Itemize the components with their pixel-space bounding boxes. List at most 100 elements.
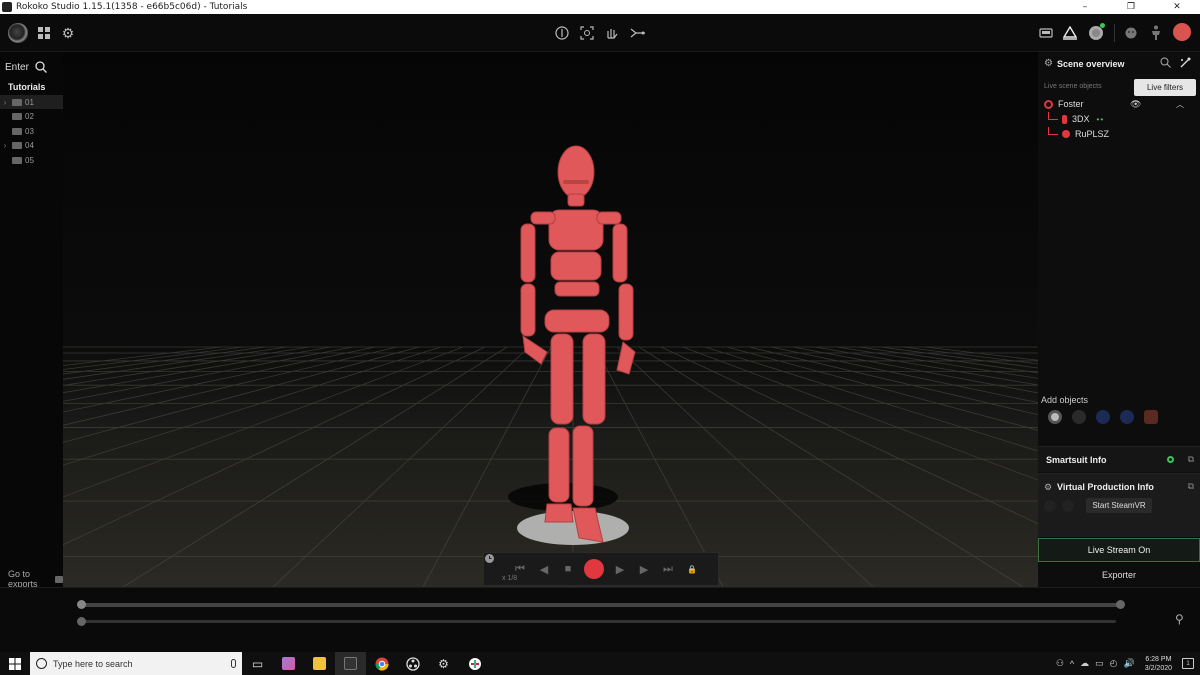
project-tree-panel: Enter Tutorials › 01 02 03 › 04 05 Go to expor…	[0, 52, 63, 589]
task-view-icon[interactable]: ▭	[242, 652, 273, 675]
window-title: Rokoko Studio 1.15.1(1358 - e66b5c06d) -…	[16, 2, 248, 12]
add-character-icon[interactable]	[1096, 410, 1110, 424]
go-to-exports-link[interactable]: Go to exports	[8, 569, 63, 589]
zoom-icon[interactable]	[1160, 57, 1171, 71]
obs-icon[interactable]	[397, 652, 428, 675]
search-icon[interactable]	[35, 61, 47, 73]
stop-icon[interactable]: ■	[556, 557, 580, 581]
clock[interactable]: 6:28 PM 3/2/2020	[1145, 655, 1172, 673]
timeline-track[interactable]	[80, 603, 1120, 607]
volume-icon[interactable]: 🔊	[1124, 658, 1135, 669]
scene-overview-title: Scene overview	[1057, 59, 1125, 69]
skip-end-icon[interactable]: ⏭	[656, 557, 680, 581]
tree-item-03[interactable]: 03	[0, 124, 63, 138]
hand-icon[interactable]	[602, 23, 622, 43]
character-icon[interactable]	[1146, 23, 1166, 43]
chevron-right-icon[interactable]: ›	[0, 98, 10, 107]
tree-item-label: 02	[25, 112, 34, 121]
folder-icon	[12, 127, 22, 135]
battery-icon[interactable]: ▭	[1095, 658, 1104, 669]
clock-date: 3/2/2020	[1144, 664, 1172, 672]
step-back-icon[interactable]: ◀	[532, 557, 556, 581]
tree-item-01[interactable]: › 01	[0, 95, 63, 109]
tree-title: Tutorials	[8, 82, 46, 92]
actor-icon	[1044, 99, 1053, 109]
vp-gear-icon[interactable]: ⚙	[1044, 482, 1052, 493]
folder-icon	[12, 142, 22, 149]
system-tray: ⚇ ^ ☁ ▭ ◴ 🔊 6:28 PM 3/2/2020 1	[1056, 652, 1200, 675]
onedrive-icon[interactable]: ☁	[1080, 658, 1089, 669]
timeline-end-handle[interactable]	[1116, 600, 1125, 609]
chrome-icon[interactable]	[366, 652, 397, 675]
tree-item-04[interactable]: › 04	[0, 139, 63, 153]
settings-icon[interactable]: ⚙	[428, 652, 459, 675]
3d-viewport[interactable]: x 1/8 ⏮ ◀ ■ ▶ ▶ ⏭ 🔒	[63, 52, 1038, 587]
smartsuit-icon	[1062, 114, 1067, 124]
window-controls: – ❐ ✕	[1062, 0, 1200, 14]
tree-item-label: 03	[25, 126, 34, 136]
add-object-icon[interactable]	[1144, 410, 1158, 424]
panel-gear-icon[interactable]: ⚙	[1044, 59, 1054, 69]
record-button[interactable]	[584, 559, 604, 579]
tree-item-05[interactable]: 05	[0, 153, 63, 167]
exporter-button[interactable]: Exporter	[1038, 565, 1200, 585]
scene-icon[interactable]	[1060, 23, 1080, 43]
file-explorer-icon[interactable]	[304, 652, 335, 675]
body-icon[interactable]	[552, 23, 572, 43]
object-label: 3DX	[1072, 114, 1090, 124]
vr-headset-icon[interactable]	[1036, 23, 1056, 43]
visibility-eye-icon[interactable]: 👁	[1130, 99, 1141, 110]
live-filters-icon[interactable]	[1179, 57, 1191, 72]
popout-icon[interactable]: ⧉	[1188, 481, 1194, 492]
lock-icon[interactable]: 🔒	[680, 557, 704, 581]
gear-icon[interactable]: ⚙	[58, 23, 78, 43]
notifications-icon[interactable]: 1	[1182, 658, 1194, 669]
tree-item-02[interactable]: 02	[0, 110, 63, 124]
play-icon[interactable]: ▶	[608, 557, 632, 581]
export-arrow-icon[interactable]	[628, 23, 648, 43]
microphone-icon[interactable]	[231, 659, 236, 668]
timeline-subtrack[interactable]	[80, 620, 1116, 623]
scene-object-glove[interactable]: RuPLSZ	[1048, 127, 1109, 141]
scene-object-actor[interactable]: Foster	[1044, 97, 1084, 111]
timeline-tool-icon[interactable]: ⚲	[1175, 612, 1184, 626]
add-prop-icon[interactable]	[1072, 410, 1086, 424]
folder-icon	[12, 98, 22, 106]
chevron-right-icon[interactable]: ›	[0, 141, 10, 150]
people-icon[interactable]: ⚇	[1056, 658, 1064, 669]
popout-icon[interactable]: ⧉	[1188, 454, 1194, 465]
collapse-icon[interactable]: ︿	[1176, 99, 1184, 110]
scene-object-smartsuit[interactable]: 3DX ••	[1048, 112, 1104, 126]
user-avatar-icon[interactable]	[1173, 23, 1191, 41]
face-icon[interactable]	[1121, 23, 1141, 43]
toolbar-divider	[1114, 24, 1115, 42]
character-mannequin[interactable]	[520, 145, 636, 543]
grid-icon[interactable]	[34, 23, 54, 43]
smartsuit-info-section[interactable]: Smartsuit Info ⧉	[1038, 446, 1200, 472]
enter-search[interactable]: Enter	[5, 58, 57, 76]
timeline-start-handle[interactable]	[77, 600, 86, 609]
app-paint-icon[interactable]	[273, 652, 304, 675]
start-steamvr-button[interactable]: Start SteamVR	[1086, 498, 1152, 513]
add-actor-icon[interactable]	[1048, 410, 1062, 424]
rokoko-logo-icon[interactable]	[8, 23, 28, 43]
windows-start-icon[interactable]	[0, 652, 30, 675]
rokoko-studio-taskbar-icon[interactable]	[335, 652, 366, 675]
taskbar-search[interactable]: Type here to search	[30, 652, 242, 675]
step-forward-icon[interactable]: ▶	[632, 557, 656, 581]
vp-device-icons	[1044, 500, 1074, 512]
playback-controls: x 1/8 ⏮ ◀ ■ ▶ ▶ ⏭ 🔒	[483, 552, 719, 586]
network-icon[interactable]: ◴	[1110, 658, 1118, 669]
timeline-playhead[interactable]	[77, 617, 86, 626]
folder-icon	[55, 575, 63, 583]
close-button[interactable]: ✕	[1154, 0, 1200, 14]
minimize-button[interactable]: –	[1062, 0, 1108, 14]
restore-button[interactable]: ❐	[1108, 0, 1154, 14]
tray-chevron-icon[interactable]: ^	[1070, 659, 1074, 669]
add-camera-icon[interactable]	[1120, 410, 1134, 424]
face-capture-icon[interactable]	[577, 23, 597, 43]
slack-icon[interactable]	[459, 652, 490, 675]
windows-taskbar: Type here to search ▭ ⚙ ⚇ ^ ☁ ▭ ◴ 🔊 6:28…	[0, 652, 1200, 675]
live-stream-button[interactable]: Live Stream On	[1038, 538, 1200, 562]
cortana-icon	[36, 658, 47, 669]
